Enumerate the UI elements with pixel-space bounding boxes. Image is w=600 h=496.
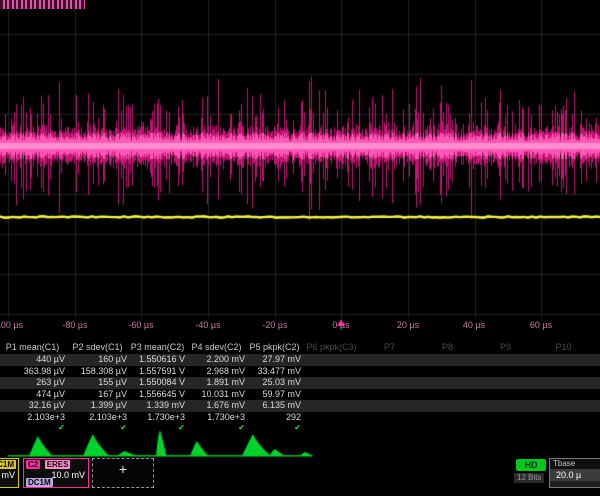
- measurement-value: 59.97 mV: [248, 389, 304, 401]
- time-axis-label: -60 µs: [128, 320, 153, 330]
- measurement-value: 2.968 mV: [188, 366, 248, 378]
- time-axis-label: 0 µs: [332, 320, 349, 330]
- time-axis: -100 µs -80 µs -60 µs -40 µs -20 µs 0 µs 20 µs…: [0, 320, 600, 334]
- measurement-header-4[interactable]: P4 sdev(C2): [188, 341, 248, 354]
- measurement-header-3[interactable]: P3 mean(C2): [130, 341, 188, 354]
- measurement-value: 263 µV: [0, 377, 68, 389]
- measurement-value: 1.676 mV: [188, 400, 248, 412]
- measurement-status-ok-icon: ✔: [68, 423, 130, 433]
- measurement-value: 2.200 mV: [188, 354, 248, 366]
- measurement-value: 1.557591 V: [130, 366, 188, 378]
- c2-channel-badge: C2: [26, 460, 40, 469]
- measurement-header-inactive-8[interactable]: P8: [420, 341, 478, 354]
- time-axis-label: 20 µs: [397, 320, 419, 330]
- measurement-stat-row: 440 µV160 µV1.550616 V2.200 mV27.97 mV: [0, 354, 600, 366]
- c1-coupling-badge: DC1M: [0, 460, 16, 469]
- descriptor-bar: DC1M 0 mV C2 ERES DC1M 10.0 mV + HD 12 B…: [0, 458, 600, 480]
- time-axis-label: 40 µs: [463, 320, 485, 330]
- timebase-label: Tbase: [550, 459, 600, 469]
- timebase-descriptor-box[interactable]: Tbase 20.0 µ: [549, 458, 600, 488]
- measurement-value: 2.103e+3: [68, 412, 130, 424]
- plus-icon: +: [119, 461, 127, 477]
- measurement-value: 160 µV: [68, 354, 130, 366]
- measurement-status-ok-icon: ✔: [248, 423, 304, 433]
- measurement-header-1[interactable]: P1 mean(C1): [0, 341, 68, 354]
- measurement-value: 440 µV: [0, 354, 68, 366]
- measurement-stat-row: 263 µV155 µV1.550084 V1.891 mV25.03 mV: [0, 377, 600, 389]
- measurement-value: 1.556645 V: [130, 389, 188, 401]
- add-trace-button[interactable]: +: [92, 458, 154, 488]
- measurement-status-ok-icon: ✔: [188, 423, 248, 433]
- measurement-header-5[interactable]: P5 pkpk(C2): [248, 341, 304, 354]
- measurement-value: 155 µV: [68, 377, 130, 389]
- measurement-header-inactive-9[interactable]: P9: [478, 341, 536, 354]
- measurement-value: 1.399 µV: [68, 400, 130, 412]
- measurement-value: 27.97 mV: [248, 354, 304, 366]
- measurement-value: 6.135 mV: [248, 400, 304, 412]
- measurement-value: 2.103e+3: [0, 412, 68, 424]
- measurement-header-inactive-10[interactable]: P10: [536, 341, 594, 354]
- measurement-value: 1.550616 V: [130, 354, 188, 366]
- measurement-value: 292: [248, 412, 304, 424]
- measurement-value: 167 µV: [68, 389, 130, 401]
- time-axis-label: -100 µs: [0, 320, 23, 330]
- c2-vdiv-value: 10.0 mV: [51, 470, 85, 480]
- hd-mode-badge[interactable]: HD: [516, 459, 546, 471]
- measurement-stat-row: 32.16 µV1.399 µV1.339 mV1.676 mV6.135 mV: [0, 400, 600, 412]
- measurement-value: 158.308 µV: [68, 366, 130, 378]
- timebase-value: 20.0 µ: [550, 469, 600, 481]
- measurement-value: 1.730e+3: [188, 412, 248, 424]
- c1-vdiv-value: 0 mV: [0, 470, 15, 480]
- measurement-status-ok-icon: ✔: [130, 423, 188, 433]
- measurement-header-inactive-6[interactable]: P6 pkpk(C3): [304, 341, 362, 354]
- time-axis-label: -40 µs: [195, 320, 220, 330]
- measurement-stat-row: 2.103e+32.103e+31.730e+31.730e+3292: [0, 412, 600, 424]
- time-axis-label: 60 µs: [530, 320, 552, 330]
- measurement-value: 363.98 µV: [0, 366, 68, 378]
- measurement-value: 33.477 mV: [248, 366, 304, 378]
- measurement-stat-row: 474 µV167 µV1.556645 V10.031 mV59.97 mV: [0, 389, 600, 401]
- measurement-value: 474 µV: [0, 389, 68, 401]
- measurement-table[interactable]: P1 mean(C1)P2 sdev(C1)P3 mean(C2)P4 sdev…: [0, 341, 600, 433]
- measurement-value: 1.339 mV: [130, 400, 188, 412]
- time-axis-label: -20 µs: [262, 320, 287, 330]
- time-axis-label: -80 µs: [62, 320, 87, 330]
- hd-bits-label: 12 Bits: [514, 473, 544, 483]
- trace-label-c2[interactable]: [0, 0, 85, 9]
- measurement-value: 1.550084 V: [130, 377, 188, 389]
- c2-descriptor-box[interactable]: C2 ERES DC1M 10.0 mV: [23, 458, 89, 488]
- c2-coupling-badge: DC1M: [26, 478, 53, 487]
- measurement-value: 25.03 mV: [248, 377, 304, 389]
- c2-eres-badge: ERES: [45, 460, 71, 469]
- measurement-stat-row: 363.98 µV158.308 µV1.557591 V2.968 mV33.…: [0, 366, 600, 378]
- measurement-value: 1.730e+3: [130, 412, 188, 424]
- c1-descriptor-box[interactable]: DC1M 0 mV: [0, 458, 19, 488]
- measurement-header-2[interactable]: P2 sdev(C1): [68, 341, 130, 354]
- measurement-status-ok-icon: ✔: [0, 423, 68, 433]
- oscilloscope-screen: { "colors": { "c1_trace": "#f0f000", "c2…: [0, 0, 600, 480]
- measurement-value: 32.16 µV: [0, 400, 68, 412]
- measurement-value: 10.031 mV: [188, 389, 248, 401]
- measurement-header-inactive-7[interactable]: P7: [362, 341, 420, 354]
- measurement-value: 1.891 mV: [188, 377, 248, 389]
